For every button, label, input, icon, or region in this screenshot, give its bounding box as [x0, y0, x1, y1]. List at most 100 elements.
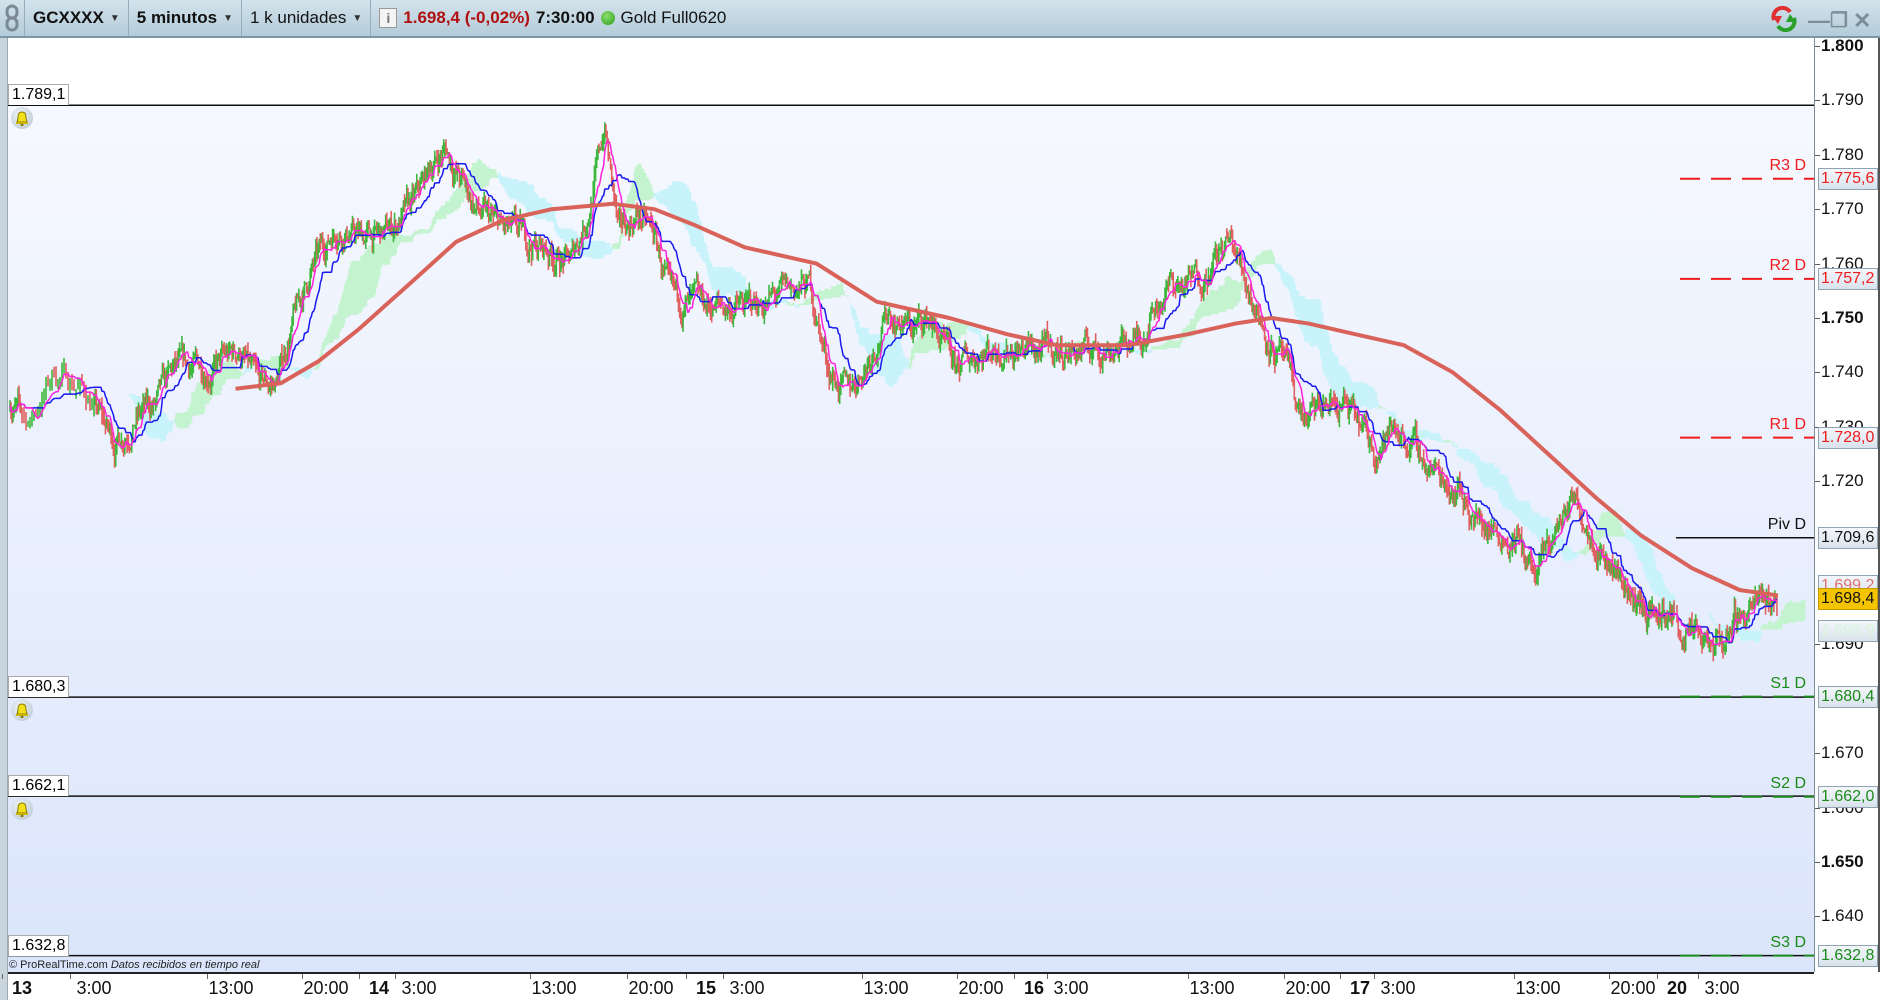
- bell-icon[interactable]: [11, 798, 33, 821]
- price-axis[interactable]: 1.8001.7901.7801.7701.7601.7501.7401.730…: [1814, 36, 1880, 972]
- x-tick-mark: [70, 974, 71, 979]
- chevron-down-icon: ▼: [352, 12, 363, 24]
- pivot-price-box: 1.709,6: [1818, 526, 1878, 549]
- x-tick-label: 3:00: [1704, 978, 1740, 998]
- y-tick-label: 1.770: [1815, 199, 1864, 219]
- cloud-segment: [843, 294, 846, 296]
- price-chart[interactable]: [8, 38, 1814, 972]
- x-tick-mark: [1514, 974, 1515, 979]
- x-tick-mark: [2, 974, 3, 979]
- x-tick-label: 3:00: [401, 978, 437, 998]
- chart-background: [8, 38, 1814, 972]
- x-tick-label: 15: [695, 978, 717, 998]
- bell-icon[interactable]: [11, 699, 33, 722]
- y-tick-label: 1.720: [1815, 471, 1864, 491]
- minimize-icon[interactable]: —: [1808, 8, 1830, 34]
- chevron-down-icon: ▼: [223, 12, 233, 24]
- cloud-segment: [240, 374, 243, 377]
- chart-top-area: [8, 38, 1814, 106]
- close-icon[interactable]: ✕: [1853, 8, 1871, 34]
- x-tick-label: 3:00: [1053, 978, 1089, 998]
- pivot-price-box: 1.728,0: [1818, 426, 1878, 449]
- x-tick-label: 14: [368, 978, 390, 998]
- restore-icon[interactable]: ❐: [1830, 8, 1848, 33]
- units-dropdown[interactable]: 1 k unidades ▼: [242, 0, 372, 36]
- chart-toolbar: GCXXXX ▼ 5 minutos ▼ 1 k unidades ▼ i 1.698…: [0, 0, 1880, 38]
- cloud-segment: [978, 329, 982, 337]
- last-time: 7:30:00: [535, 8, 595, 27]
- alert-price-label: 1.662,1: [8, 775, 70, 797]
- info-icon[interactable]: i: [379, 8, 398, 28]
- chain-link-icon: [5, 4, 19, 32]
- x-tick-label: 3:00: [729, 978, 765, 998]
- y-tick-label: 1.790: [1815, 90, 1864, 110]
- x-tick-mark: [1657, 974, 1658, 979]
- chevron-down-icon: ▼: [109, 12, 120, 24]
- y-tick-label: 1.740: [1815, 362, 1864, 382]
- x-tick-label: 13: [11, 978, 33, 998]
- cloud-segment: [1149, 349, 1153, 353]
- link-button[interactable]: [0, 0, 25, 36]
- y-tick-label: 1.650: [1815, 852, 1864, 871]
- x-tick-label: 3:00: [1380, 978, 1416, 998]
- cloud-segment: [618, 237, 622, 246]
- footer: © ProRealTime.com Datos recibidos en tie…: [9, 959, 259, 971]
- x-tick-mark: [1284, 974, 1285, 979]
- refresh-icon[interactable]: [1770, 6, 1798, 32]
- cloud-price-box: 1.695,9: [1818, 620, 1878, 643]
- pivot-name: Piv D: [1767, 515, 1806, 533]
- x-tick-label: 20: [1666, 978, 1688, 998]
- pivot-name: R2 D: [1769, 256, 1806, 274]
- y-tick-label: 1.640: [1815, 906, 1864, 926]
- x-tick-label: 13:00: [531, 978, 577, 998]
- x-tick-label: 13:00: [863, 978, 909, 998]
- instrument-dropdown[interactable]: GCXXXX ▼: [25, 0, 129, 36]
- cloud-segment: [243, 371, 246, 373]
- alert-price-label: 1.632,8: [8, 934, 70, 956]
- x-tick-label: 17: [1349, 978, 1371, 998]
- pivot-price-box: 1.680,4: [1818, 685, 1878, 708]
- x-tick-mark: [1609, 974, 1610, 979]
- y-tick-label: 1.750: [1815, 308, 1864, 327]
- cloud-segment: [1802, 599, 1806, 620]
- x-tick-label: 13:00: [1515, 978, 1561, 998]
- x-tick-mark: [1014, 974, 1015, 979]
- cloud-segment: [1384, 407, 1387, 409]
- pivot-price-box: 1.775,6: [1818, 167, 1878, 190]
- cloud-segment: [842, 290, 845, 295]
- y-tick-label: 1.670: [1815, 743, 1864, 763]
- x-tick-label: 13:00: [208, 978, 254, 998]
- status-dot-icon: [600, 11, 615, 25]
- cloud-segment: [846, 295, 850, 297]
- pivot-name: R3 D: [1769, 156, 1806, 174]
- y-tick-label: 1.780: [1815, 144, 1864, 164]
- x-tick-mark: [395, 974, 396, 979]
- x-tick-mark: [1698, 974, 1699, 979]
- pivot-name: S3 D: [1770, 933, 1806, 951]
- last-price: 1.698,4 (-0,02%): [403, 8, 530, 27]
- x-tick-label: 13:00: [1189, 978, 1235, 998]
- x-tick-mark: [359, 974, 360, 979]
- x-tick-label: 20:00: [303, 978, 349, 998]
- y-tick-label: 1.800: [1815, 36, 1864, 55]
- timeframe-dropdown[interactable]: 5 minutos ▼: [129, 0, 242, 36]
- x-tick-mark: [1047, 974, 1048, 979]
- x-tick-mark: [530, 974, 531, 979]
- cloud-segment: [1043, 355, 1046, 359]
- cloud-segment: [1708, 612, 1711, 615]
- pivot-price-box: 1.662,0: [1818, 785, 1878, 808]
- time-axis[interactable]: 13 3:00 13:00 20:00 14 3:00 13:00 20:00 15 3:00 13…: [2, 972, 1814, 1000]
- x-tick-mark: [302, 974, 303, 979]
- units-label: 1 k unidades: [249, 8, 347, 27]
- cloud-segment: [1399, 419, 1402, 428]
- pivot-name: S2 D: [1770, 774, 1806, 792]
- x-tick-label: 20:00: [628, 978, 674, 998]
- x-tick-mark: [957, 974, 958, 979]
- x-tick-label: 3:00: [76, 978, 112, 998]
- x-tick-label: 20:00: [1285, 978, 1331, 998]
- cloud-segment: [849, 303, 852, 304]
- cloud-segment: [1455, 445, 1458, 448]
- cloud-segment: [1272, 256, 1276, 264]
- left-panel-strip: [0, 38, 8, 1000]
- bell-icon[interactable]: [11, 107, 33, 130]
